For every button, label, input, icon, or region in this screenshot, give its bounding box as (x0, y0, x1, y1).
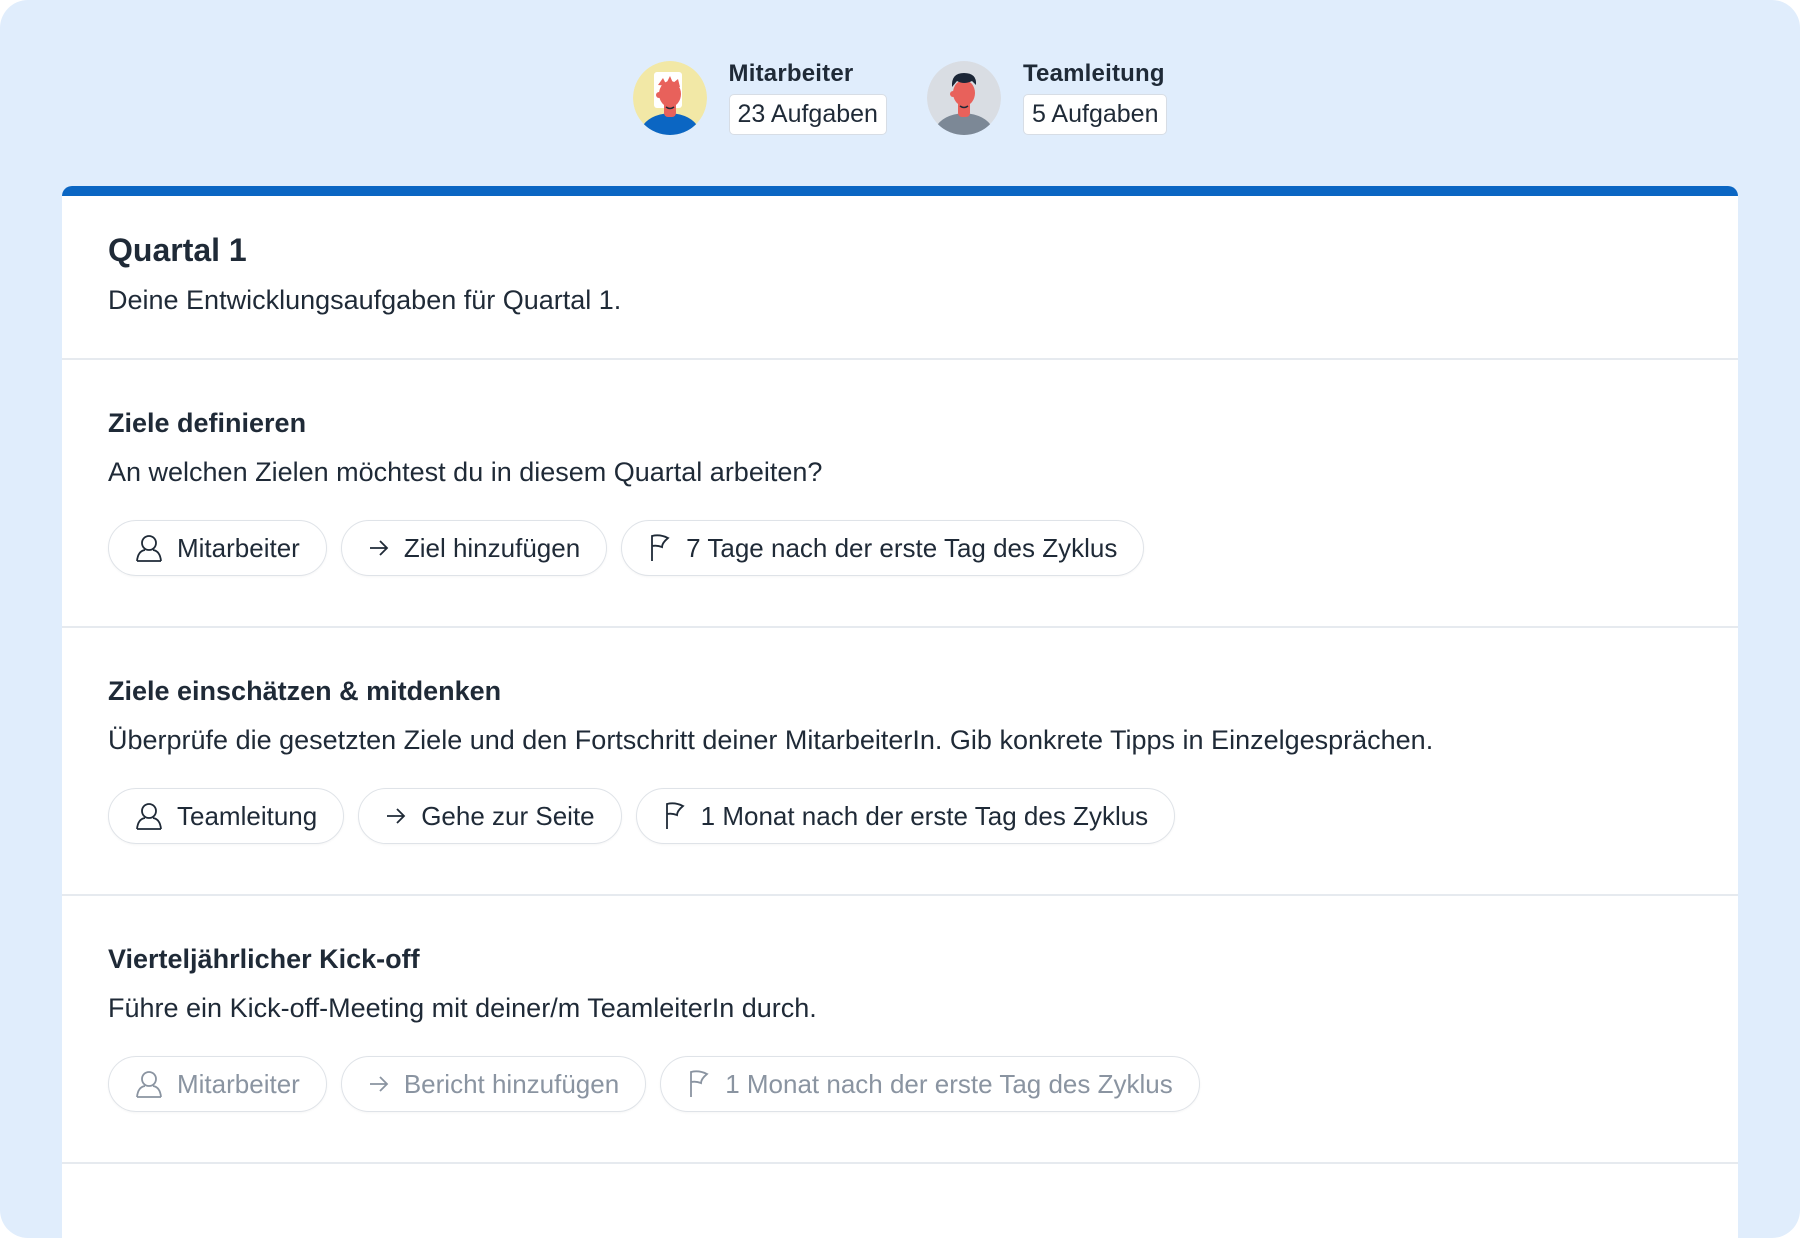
assignee-label: Mitarbeiter (177, 1068, 300, 1099)
role-summary: Mitarbeiter 23 Aufgaben Teamleitung 5 Au… (0, 60, 1800, 135)
task-description: Führe ein Kick-off-Meeting mit deiner/m … (108, 993, 817, 1023)
task-chips: Teamleitung Gehe zur Seite 1 Monat nach … (108, 788, 1692, 844)
task-chips: Mitarbeiter Bericht hinzufügen 1 Monat n… (108, 1056, 1692, 1112)
deadline-label: 1 Monat nach der erste Tag des Zyklus (725, 1068, 1173, 1099)
deadline-chip[interactable]: 7 Tage nach der erste Tag des Zyklus (621, 520, 1145, 576)
card-accent-bar (62, 186, 1738, 196)
employee-avatar (632, 60, 707, 135)
deadline-chip[interactable]: 1 Monat nach der erste Tag des Zyklus (660, 1056, 1200, 1112)
action-chip[interactable]: Bericht hinzufügen (340, 1056, 647, 1112)
flag-icon (651, 534, 670, 561)
task-item: Ziele einschätzen & mitdenken Überprüfe … (62, 628, 1738, 896)
action-chip[interactable]: Gehe zur Seite (358, 788, 622, 844)
user-icon (136, 1071, 162, 1098)
assignee-chip[interactable]: Mitarbeiter (108, 520, 327, 576)
task-description: An welchen Zielen möchtest du in diesem … (108, 457, 823, 487)
flag-icon (665, 802, 685, 829)
quarter-subtitle: Deine Entwicklungsaufgaben für Quartal 1… (108, 285, 622, 315)
arrow-right-icon (387, 808, 406, 824)
team-lead-avatar (926, 60, 1001, 135)
role-name: Teamleitung (1022, 60, 1165, 87)
assignee-chip[interactable]: Mitarbeiter (108, 1056, 327, 1112)
user-icon (136, 803, 162, 830)
task-title: Vierteljährlicher Kick-off (108, 944, 420, 974)
deadline-label: 7 Tage nach der erste Tag des Zyklus (686, 532, 1118, 563)
task-count-badge: 23 Aufgaben (728, 94, 887, 135)
assignee-label: Mitarbeiter (177, 532, 300, 563)
user-icon (136, 535, 162, 562)
page-background: Mitarbeiter 23 Aufgaben Teamleitung 5 Au… (0, 0, 1800, 1238)
task-item: Vierteljährlicher Kick-off Führe ein Kic… (62, 896, 1738, 1164)
deadline-label: 1 Monat nach der erste Tag des Zyklus (700, 800, 1149, 831)
task-description: Überprüfe die gesetzten Ziele und den Fo… (108, 725, 1434, 755)
action-label: Bericht hinzufügen (403, 1068, 620, 1099)
assignee-label: Teamleitung (177, 800, 318, 831)
arrow-right-icon (369, 540, 389, 556)
arrow-right-icon (369, 1076, 389, 1092)
task-count-badge: 5 Aufgaben (1022, 94, 1168, 135)
action-chip[interactable]: Ziel hinzufügen (340, 520, 608, 576)
flag-icon (690, 1070, 709, 1097)
action-label: Gehe zur Seite (421, 800, 595, 831)
role-team-lead[interactable]: Teamleitung 5 Aufgaben (926, 60, 1168, 135)
quarter-title: Quartal 1 (108, 232, 247, 268)
quarter-card: Quartal 1 Deine Entwicklungsaufgaben für… (62, 186, 1738, 1238)
role-name: Mitarbeiter (728, 60, 854, 87)
quarter-header: Quartal 1 Deine Entwicklungsaufgaben für… (62, 196, 1738, 360)
assignee-chip[interactable]: Teamleitung (108, 788, 345, 844)
deadline-chip[interactable]: 1 Monat nach der erste Tag des Zyklus (635, 788, 1176, 844)
task-title: Ziele definieren (108, 408, 307, 438)
task-title: Ziele einschätzen & mitdenken (108, 676, 502, 706)
task-item: Ziele definieren An welchen Zielen möcht… (62, 360, 1738, 628)
role-employee[interactable]: Mitarbeiter 23 Aufgaben (632, 60, 887, 135)
action-label: Ziel hinzufügen (403, 532, 581, 563)
task-chips: Mitarbeiter Ziel hinzufügen 7 Tage nach … (108, 520, 1692, 576)
